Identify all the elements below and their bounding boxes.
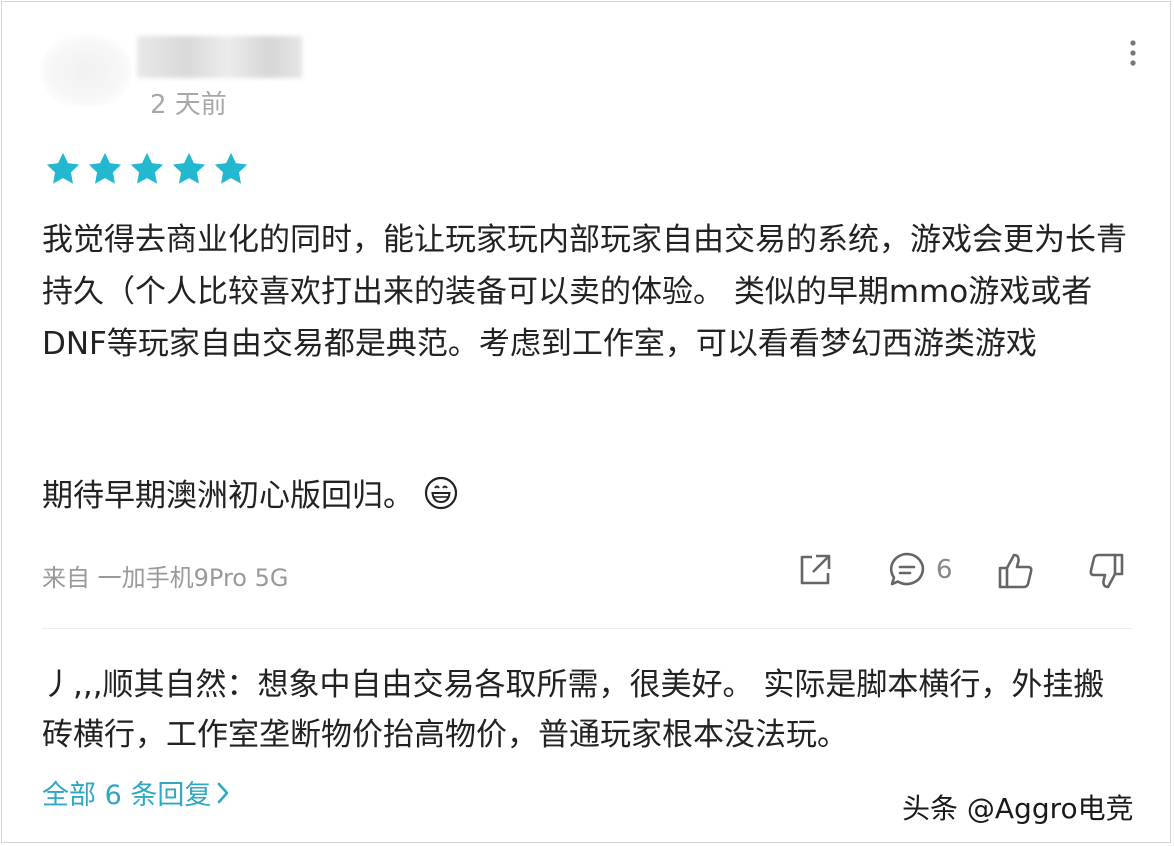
star-icon bbox=[46, 152, 80, 184]
thumbs-up-icon[interactable] bbox=[996, 551, 1034, 591]
comment-button[interactable]: 6 bbox=[888, 551, 953, 589]
star-icon bbox=[130, 152, 164, 184]
all-replies-link[interactable]: 全部 6 条回复 bbox=[42, 773, 231, 812]
more-options-icon[interactable] bbox=[1124, 38, 1142, 68]
divider bbox=[42, 628, 1132, 629]
avatar[interactable] bbox=[40, 35, 132, 107]
device-source: 来自 一加手机9Pro 5G bbox=[42, 564, 289, 592]
all-replies-label: 全部 6 条回复 bbox=[42, 780, 212, 811]
chevron-right-icon bbox=[218, 782, 229, 803]
star-icon bbox=[214, 152, 248, 184]
star-rating bbox=[44, 150, 250, 188]
comment-bubble-icon bbox=[889, 552, 925, 586]
thumbs-down-icon[interactable] bbox=[1086, 551, 1126, 591]
comment-time: 2 天前 bbox=[150, 90, 227, 120]
review-text-closing-label: 期待早期澳洲初心版回归。 bbox=[42, 478, 414, 514]
comment-count: 6 bbox=[936, 555, 953, 585]
review-text: 我觉得去商业化的同时，能让玩家玩内部玩家自由交易的系统，游戏会更为长青持久（个人… bbox=[42, 222, 1127, 362]
watermark: 头条 @Aggro电竞 bbox=[902, 792, 1134, 825]
review-text-closing: 期待早期澳洲初心版回归。 bbox=[42, 470, 458, 515]
reply-preview: 丿,,,顺其自然：想象中自由交易各取所需，很美好。 实际是脚本横行，外挂搬砖横行… bbox=[42, 667, 1105, 753]
star-icon bbox=[88, 152, 122, 184]
username-blurred[interactable] bbox=[137, 36, 302, 78]
grinning-face-emoji-icon bbox=[424, 476, 458, 509]
share-icon[interactable] bbox=[796, 551, 834, 589]
star-icon bbox=[172, 152, 206, 184]
